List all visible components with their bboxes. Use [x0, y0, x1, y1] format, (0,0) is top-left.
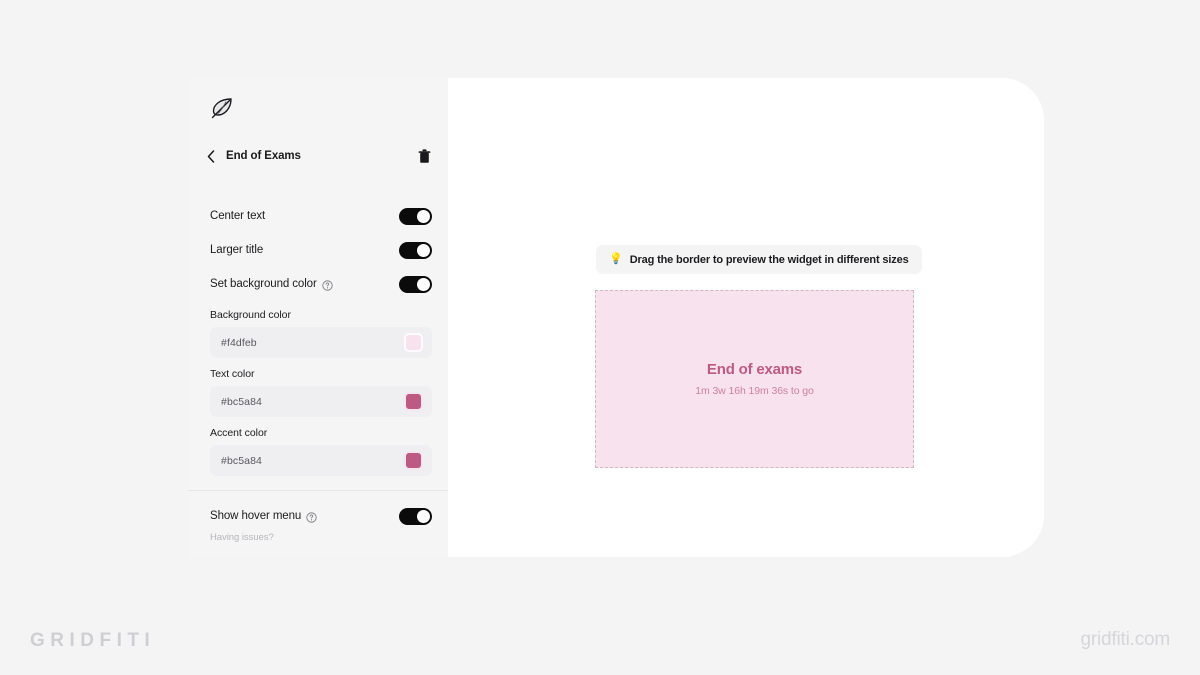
color-block-accent: Accent color #bc5a84 — [210, 427, 432, 476]
setting-row-center-text: Center text — [188, 203, 448, 229]
background-color-field[interactable]: #f4dfeb — [210, 327, 432, 358]
page-title: End of Exams — [226, 150, 301, 162]
help-icon[interactable] — [306, 511, 317, 523]
footer-settings: Show hover menu Having issues? — [188, 491, 448, 543]
trash-icon[interactable] — [416, 148, 432, 165]
color-label: Background color — [210, 309, 291, 321]
setting-label: Show hover menu — [210, 510, 302, 522]
drag-hint-tooltip: 💡 Drag the border to preview the widget … — [596, 245, 922, 274]
color-label: Accent color — [210, 427, 268, 439]
help-icon[interactable] — [322, 279, 333, 291]
lightbulb-icon: 💡 — [609, 253, 623, 265]
toggle-set-background-color[interactable] — [399, 275, 432, 293]
widget-preview[interactable]: End of exams 1m 3w 16h 19m 36s to go — [595, 290, 914, 468]
color-value: #bc5a84 — [221, 454, 262, 467]
accent-color-field[interactable]: #bc5a84 — [210, 445, 432, 476]
setting-row-larger-title: Larger title — [188, 237, 448, 263]
toggle-center-text[interactable] — [399, 207, 432, 225]
color-block-background: Background color #f4dfeb — [210, 309, 432, 358]
widget-preview-pane: 💡 Drag the border to preview the widget … — [448, 78, 1044, 557]
color-label: Text color — [210, 368, 255, 380]
setting-row-show-hover-menu: Show hover menu — [210, 505, 432, 527]
widget-countdown: 1m 3w 16h 19m 36s to go — [695, 385, 814, 397]
toggle-knob — [417, 209, 430, 223]
toggle-knob — [417, 243, 430, 257]
toggle-larger-title[interactable] — [399, 241, 432, 259]
text-color-field[interactable]: #bc5a84 — [210, 386, 432, 417]
having-issues-link[interactable]: Having issues? — [210, 532, 432, 543]
app-window: End of Exams Center text Larger title Se… — [188, 78, 1044, 557]
widget-title: End of exams — [706, 361, 803, 378]
color-block-text: Text color #bc5a84 — [210, 368, 432, 417]
text-color-swatch[interactable] — [404, 392, 423, 411]
chevron-left-icon[interactable] — [204, 148, 218, 164]
setting-label: Larger title — [210, 244, 264, 256]
color-settings-group: Background color #f4dfeb Text color #bc5… — [188, 309, 448, 491]
toggle-knob — [417, 277, 430, 291]
settings-sidebar: End of Exams Center text Larger title Se… — [188, 78, 448, 557]
color-value: #bc5a84 — [221, 395, 262, 408]
toggle-knob — [417, 509, 430, 523]
background-color-swatch[interactable] — [404, 333, 423, 352]
toggle-show-hover-menu[interactable] — [399, 507, 432, 525]
setting-label: Center text — [210, 210, 266, 222]
feather-icon[interactable] — [207, 93, 237, 123]
panel-header: End of Exams — [204, 146, 432, 166]
color-value: #f4dfeb — [221, 336, 257, 349]
brand-url: gridfiti.com — [1080, 629, 1171, 650]
drag-hint-text: Drag the border to preview the widget in… — [629, 253, 909, 266]
setting-label: Set background color — [210, 278, 317, 290]
setting-row-set-background-color: Set background color — [188, 271, 448, 297]
settings-list: Center text Larger title Set background … — [188, 203, 448, 543]
accent-color-swatch[interactable] — [404, 451, 423, 470]
brand-wordmark: GRIDFITI — [30, 630, 156, 651]
